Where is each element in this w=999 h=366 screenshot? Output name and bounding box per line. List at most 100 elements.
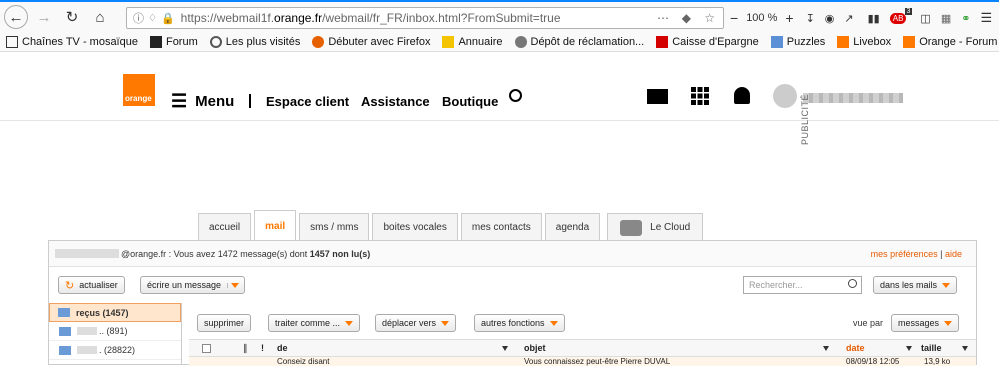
link-assistance[interactable]: Assistance [361,94,430,109]
forward-icon[interactable]: → [32,5,56,29]
ad-label: PUBLICITÉ [800,93,810,145]
select-all-checkbox[interactable] [202,344,211,353]
email-blurred [55,249,119,258]
sort-size-icon[interactable] [962,346,968,351]
view-by-label: vue par [853,318,884,328]
more-actions-button[interactable]: autres fonctions [474,314,565,332]
account-info: @orange.fr : Vous avez 1472 message(s) d… [49,241,976,267]
column-from[interactable]: de [277,343,288,353]
tv-icon [6,35,18,48]
sync-icon[interactable]: ⚭ [961,12,970,25]
orange-icon [903,35,916,48]
inbox-icon [58,308,70,317]
bookmark-orange-forum[interactable]: Orange - Forum [903,35,997,48]
download-icon[interactable]: ↧ [806,12,815,25]
view-mode-select[interactable]: messages [891,314,960,332]
refresh-button[interactable]: ↻ actualiser [58,276,125,294]
bookmark-reclamation[interactable]: Dépôt de réclamation... [514,35,644,48]
adblock-badge: 3 [904,7,913,15]
header-divider [249,94,251,108]
tab-accueil[interactable]: accueil [198,213,252,241]
move-to-button[interactable]: déplacer vers [375,314,457,332]
prefs-link[interactable]: mes préférences [871,249,938,259]
priority-icon[interactable]: ! [261,343,264,353]
bookmark-chaines-tv[interactable]: Chaînes TV - mosaïque [6,35,138,48]
tab-agenda[interactable]: agenda [544,213,601,241]
tab-cloud[interactable]: Le Cloud [607,213,704,241]
zoom-out-icon[interactable]: − [730,10,738,26]
mark-as-button[interactable]: traiter comme ... [268,314,361,332]
mask-icon[interactable]: ◉ [825,12,835,25]
forum-icon [149,35,162,48]
folder-inbox[interactable]: reçus (1457) [49,303,181,322]
chevron-down-icon [549,320,558,326]
sort-date-icon[interactable] [906,346,912,351]
webmail-tabs: accueil mail sms / mms boites vocales me… [198,210,706,241]
extension-icon[interactable]: ▦ [941,12,951,25]
webmail-panel: @orange.fr : Vous avez 1472 message(s) d… [48,240,977,366]
tab-boites-vocales[interactable]: boites vocales [372,213,458,241]
search-icon[interactable] [509,89,522,102]
pocket-icon[interactable]: ◆ [682,11,691,25]
bookmark-forum[interactable]: Forum [149,35,198,48]
reload-icon[interactable]: ↻ [60,5,84,29]
message-toolbar: supprimer traiter comme ... déplacer ver… [183,303,976,339]
home-icon[interactable]: ⌂ [88,5,112,29]
back-icon[interactable]: ← [4,5,28,29]
column-subject[interactable]: objet [524,343,546,353]
help-link[interactable]: aide [945,249,962,259]
folder-name-blurred [77,327,97,335]
prefs-links: mes préférences | aide [870,249,962,259]
folder-item[interactable]: . (28822) [49,341,181,360]
bookmark-caisse-epargne[interactable]: Caisse d'Epargne [656,35,759,48]
link-boutique[interactable]: Boutique [442,94,498,109]
bookmark-firefox[interactable]: Débuter avec Firefox [312,35,430,48]
attachment-icon[interactable]: ∥ [243,343,248,354]
more-icon[interactable]: ⋯ [657,11,669,25]
library-icon[interactable]: ▮▮ [868,12,880,25]
folder-icon [59,326,71,336]
tab-sms[interactable]: sms / mms [299,213,370,241]
puzzle-icon [770,35,783,48]
menu-button[interactable]: ☰ Menu [171,91,234,112]
delete-button[interactable]: supprimer [197,314,252,332]
apps-icon[interactable] [691,87,709,105]
sidebar-icon[interactable]: ◫ [920,12,930,25]
orange-logo[interactable]: orange [123,74,155,106]
search-scope-select[interactable]: dans les mails [873,276,958,294]
bookmark-plus-visites[interactable]: Les plus visités [209,35,300,48]
menu-icon[interactable]: ☰ [980,10,992,26]
firefox-icon [312,35,325,48]
folder-item[interactable]: .. (891) [49,322,181,341]
orange-icon [837,35,850,48]
bookmark-puzzles[interactable]: Puzzles [770,35,825,48]
gear-icon [209,35,222,48]
avatar[interactable] [773,84,797,108]
bell-icon[interactable] [734,87,750,104]
sort-subject-icon[interactable] [823,346,829,351]
compose-button[interactable]: écrire un message [140,276,246,294]
account-summary: @orange.fr : Vous avez 1472 message(s) d… [121,249,371,259]
star-icon[interactable]: ☆ [704,11,715,25]
fullscreen-icon[interactable]: ↗ [844,12,853,25]
column-size[interactable]: taille [921,343,942,353]
column-date[interactable]: date [846,343,865,353]
sort-from-icon[interactable] [502,346,508,351]
chevron-down-icon [345,320,354,326]
url-bar[interactable]: ⓘ ♢ 🔒 https://webmail1f.orange.fr/webmai… [126,7,724,29]
mail-icon[interactable] [647,89,668,104]
user-name-blurred [803,93,903,103]
tab-mail[interactable]: mail [254,210,297,241]
shield-icon[interactable]: ♢ [148,13,157,24]
tab-contacts[interactable]: mes contacts [460,213,542,241]
info-icon[interactable]: ⓘ [133,10,144,26]
link-espace-client[interactable]: Espace client [266,94,349,109]
bookmark-annuaire[interactable]: Annuaire [442,35,503,48]
zoom-in-icon[interactable]: + [785,10,793,26]
hamburger-icon: ☰ [171,91,188,111]
magnifier-icon[interactable] [848,279,857,288]
bookmark-livebox[interactable]: Livebox [837,35,891,48]
zoom-level[interactable]: 100 % [746,12,777,24]
adblock-icon[interactable]: AB 3 [889,7,913,24]
search-input[interactable]: Rechercher... [743,276,862,294]
